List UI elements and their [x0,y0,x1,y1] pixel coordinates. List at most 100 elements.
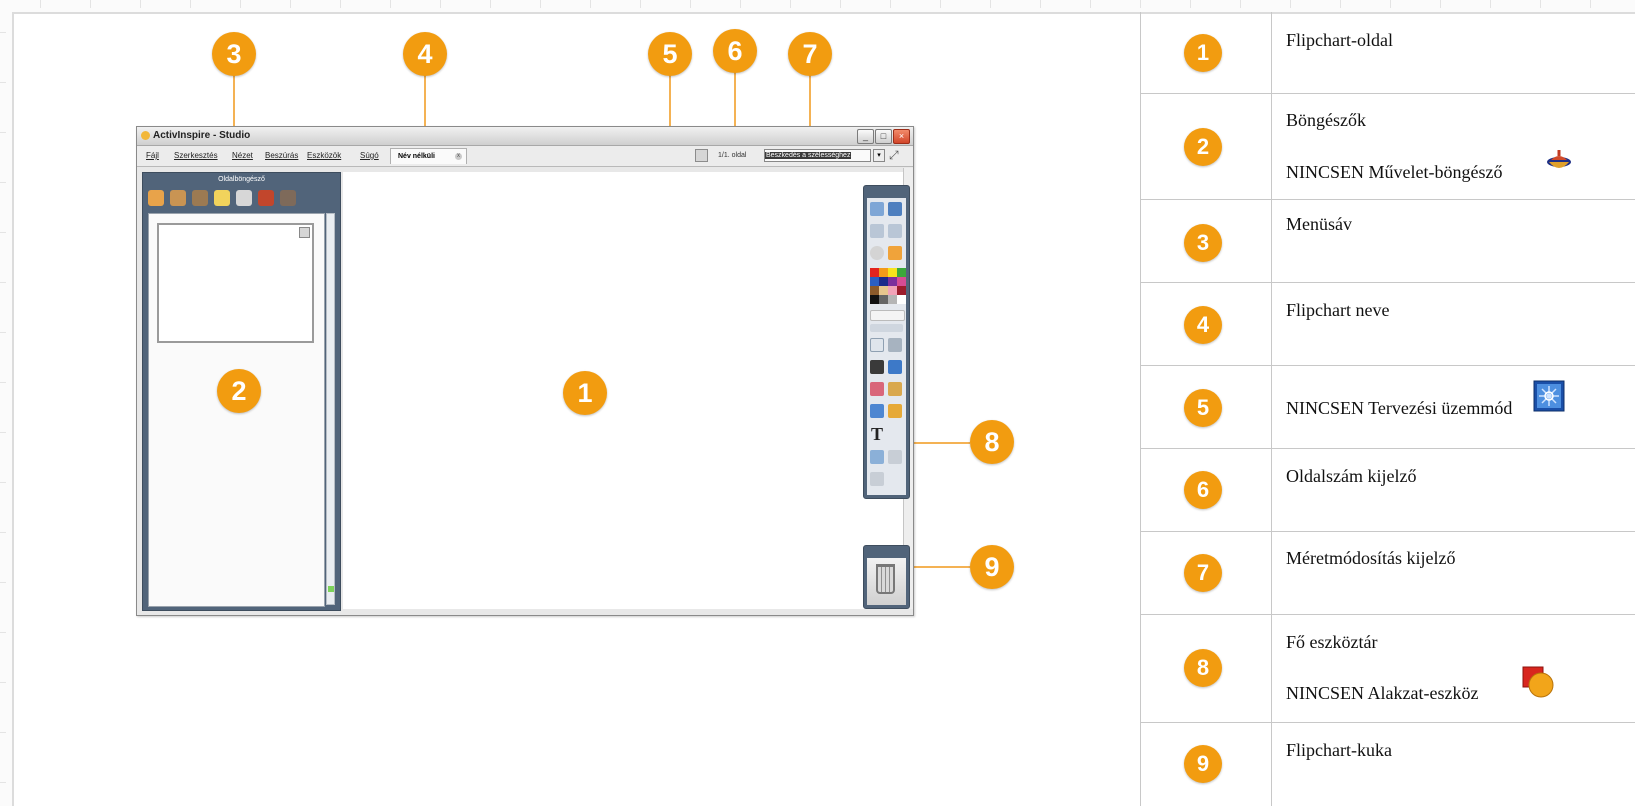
voting-browser-icon[interactable] [280,190,296,206]
highlighter-icon[interactable] [888,360,902,374]
menu-file[interactable]: Fájl [146,151,159,160]
menu-tools[interactable]: Eszközök [307,151,341,160]
ruler-tick [740,0,741,8]
color-swatch[interactable] [897,286,906,295]
zoom-icon[interactable] [888,202,902,216]
legend-label: Flipchart-kuka [1286,740,1392,760]
legend-row: 1 Flipchart-oldal [1141,12,1635,94]
callout-7: 7 [788,32,832,76]
color-swatch[interactable] [888,277,897,286]
ruler-tick [490,0,491,8]
color-swatch[interactable] [897,268,906,277]
trash-body [867,558,906,605]
legend-row: 6 Oldalszám kijelző [1141,449,1635,532]
ruler-tick [790,0,791,8]
legend-number-cell: 5 [1141,366,1272,448]
resource-browser-icon[interactable] [170,190,186,206]
fill-icon[interactable] [888,404,902,418]
menu-help[interactable]: Súgó [360,151,379,160]
tools-icon[interactable] [888,338,902,352]
legend-badge: 1 [1184,34,1222,72]
menu-view[interactable]: Nézet [232,151,253,160]
flipchart-page[interactable] [343,172,903,609]
ruler-tick [0,332,6,333]
pen-icon[interactable] [870,360,884,374]
color-swatch[interactable] [870,295,879,304]
magic-ink-icon[interactable] [888,382,902,396]
ruler-tick [940,0,941,8]
redo-icon[interactable] [888,450,902,464]
ruler-tick [1290,0,1291,8]
left-ruler [0,12,14,806]
ruler-tick [0,182,6,183]
menu-edit[interactable]: Szerkesztés [174,151,218,160]
fullscreen-icon[interactable]: ⤢ [889,149,899,162]
shape-recognition-icon[interactable] [870,450,884,464]
undo-icon[interactable] [870,472,884,486]
minimize-button[interactable]: _ [857,129,874,144]
ruler-tick [140,0,141,8]
select-icon[interactable] [870,338,884,352]
browser-scrollbar[interactable] [326,213,335,605]
color-swatch[interactable] [888,295,897,304]
ruler-tick [0,82,6,83]
legend-label: Menüsáv [1286,214,1352,234]
ruler-tick [590,0,591,8]
next-page-icon[interactable] [888,224,902,238]
width-slider-icon[interactable] [870,324,903,332]
app-window: ActivInspire - Studio _ □ × Fájl Szerkes… [136,126,914,616]
ruler-tick [1140,0,1141,8]
toolbox-menu-icon[interactable] [870,202,884,216]
flipchart-trash[interactable] [863,545,910,609]
text-tool-icon[interactable]: T [871,424,883,445]
thumbnail-menu-icon[interactable] [299,227,310,238]
resize-dropdown-icon[interactable]: ▾ [873,149,885,162]
prev-page-icon[interactable] [870,224,884,238]
clear-icon[interactable] [870,246,884,260]
eraser-icon[interactable] [870,382,884,396]
connector-icon[interactable] [870,404,884,418]
legend-row: 4 Flipchart neve [1141,283,1635,366]
color-swatch[interactable] [870,286,879,295]
legend-table: 1 Flipchart-oldal 2 Böngészők NINCSEN Mű… [1140,12,1635,806]
ruler-tick [440,0,441,8]
ruler-tick [0,432,6,433]
flipchart-tab[interactable]: Név nélküli x [390,148,467,164]
action-browser-icon[interactable] [258,190,274,206]
resize-indicator[interactable]: Beszkedés a szélességhez [764,149,871,162]
callout-2: 2 [217,369,261,413]
design-mode-button[interactable] [695,149,708,162]
tab-close-icon[interactable]: x [455,153,462,160]
notes-browser-icon[interactable] [214,190,230,206]
color-swatch[interactable] [870,268,879,277]
legend-badge: 9 [1184,745,1222,783]
color-swatch[interactable] [879,268,888,277]
color-swatch[interactable] [888,268,897,277]
color-swatch[interactable] [879,295,888,304]
color-swatch[interactable] [879,277,888,286]
property-browser-icon[interactable] [236,190,252,206]
close-button[interactable]: × [893,129,910,144]
color-swatch[interactable] [897,295,906,304]
object-browser-icon[interactable] [192,190,208,206]
page-browser-icon[interactable] [148,190,164,206]
color-swatch[interactable] [888,286,897,295]
ruler-tick [990,0,991,8]
legend-row: 9 Flipchart-kuka [1141,723,1635,806]
ruler-tick [240,0,241,8]
page-thumbnail[interactable] [157,223,314,343]
legend-number-cell: 3 [1141,200,1272,282]
pen-color-icon[interactable] [888,246,902,260]
pen-width-icon[interactable] [870,310,905,321]
callout-1: 1 [563,371,607,415]
ruler-tick [1190,0,1191,8]
color-swatch[interactable] [897,277,906,286]
color-swatch[interactable] [879,286,888,295]
flipchart-name: Név nélküli [398,153,435,160]
browser-tabs [146,187,337,209]
legend-label: NINCSEN Művelet-böngésző [1286,162,1503,182]
color-swatch[interactable] [870,277,879,286]
maximize-button[interactable]: □ [875,129,892,144]
legend-number-cell: 2 [1141,94,1272,199]
menu-insert[interactable]: Beszúrás [265,151,298,160]
